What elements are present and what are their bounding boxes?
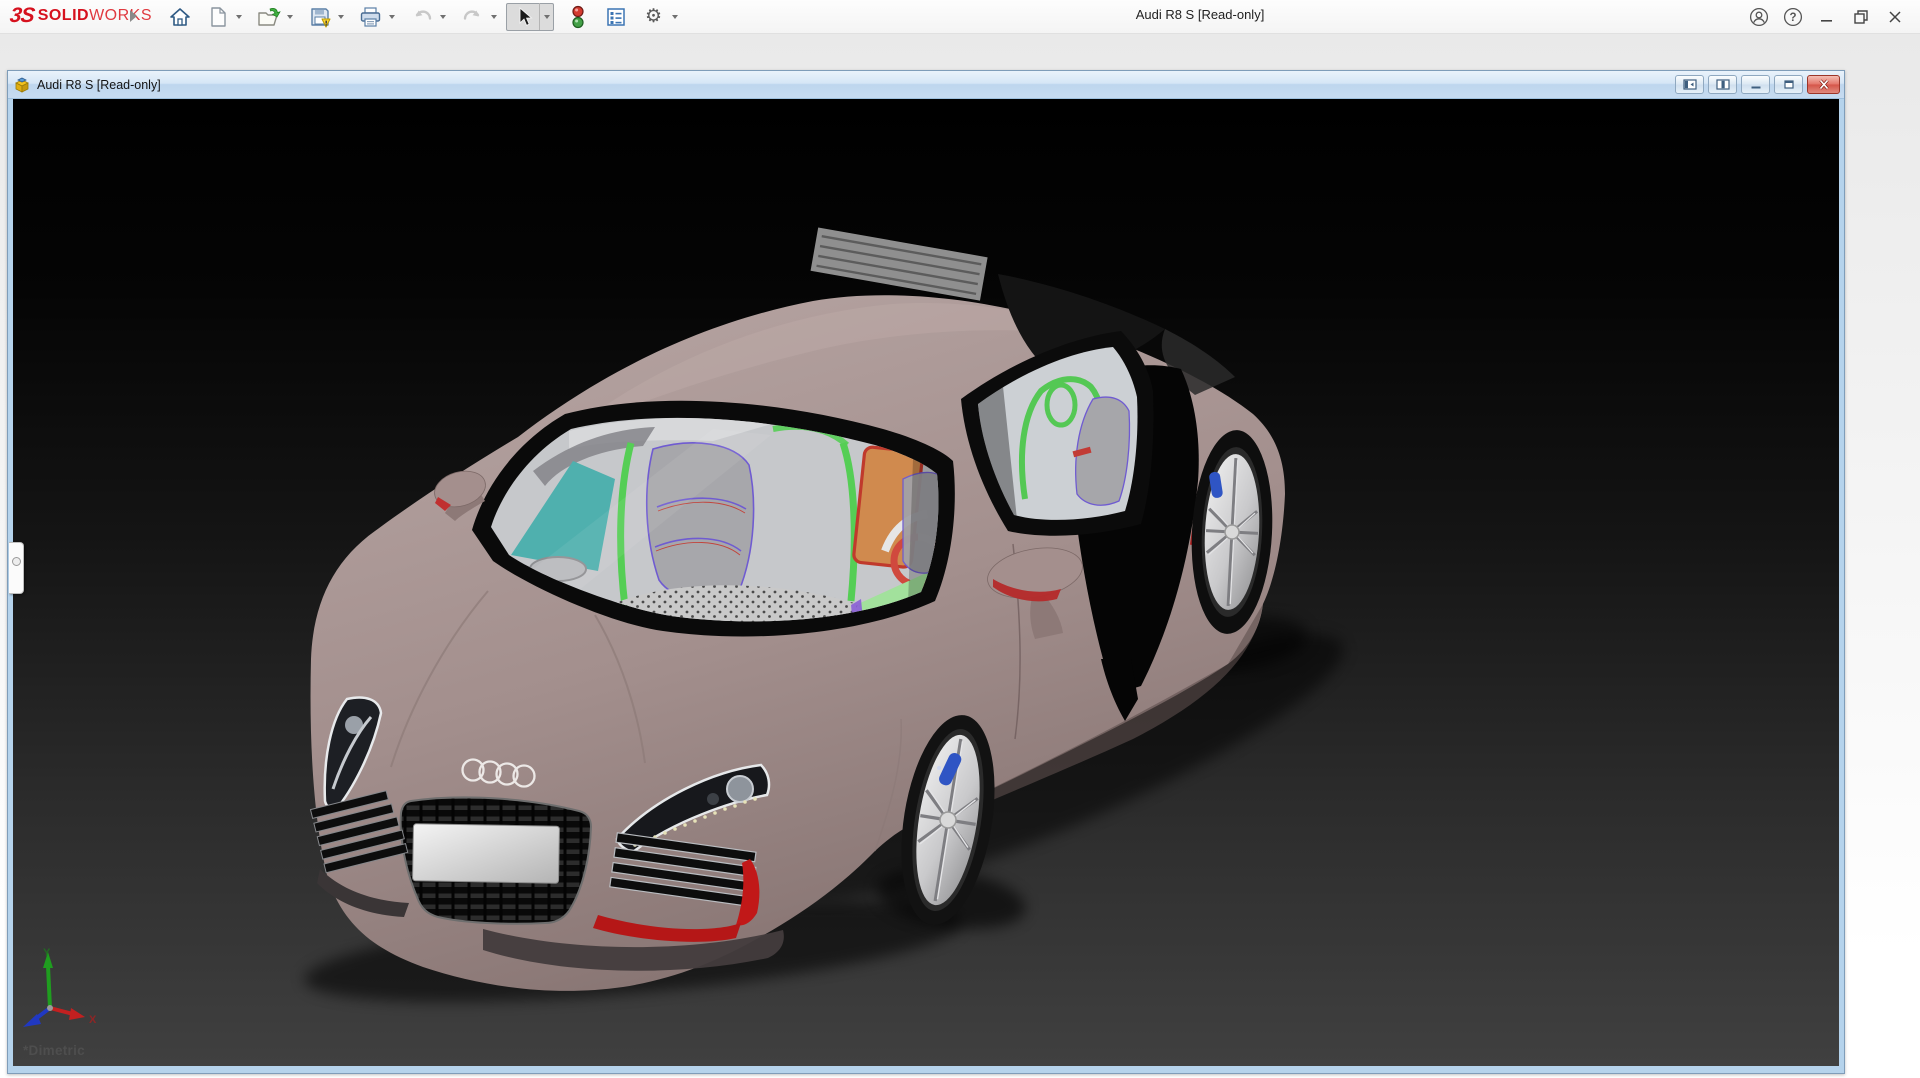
feature-pane-collapse-tab[interactable]: [9, 542, 24, 594]
redo-button[interactable]: [458, 2, 487, 31]
app-title-bar: 3S SOLIDWORKS: [0, 0, 1920, 34]
document-window-controls: [1675, 75, 1840, 94]
options-gear-button[interactable]: ⚙: [639, 2, 668, 31]
undo-button[interactable]: [407, 2, 436, 31]
document-close-icon: [1818, 79, 1830, 90]
brand-text-works: WORKS: [89, 7, 152, 25]
open-document-button[interactable]: [254, 2, 283, 31]
home-icon: [169, 6, 191, 28]
document-window: Audi R8 S [Read-only]: [7, 70, 1845, 1074]
print-button[interactable]: [356, 2, 385, 31]
print-icon: [359, 6, 382, 28]
home-button[interactable]: [165, 2, 194, 31]
new-document-dropdown[interactable]: [232, 3, 245, 30]
save-button[interactable]: [305, 2, 334, 31]
solidworks-app-window: 3S SOLIDWORKS: [0, 0, 1920, 1078]
close-icon: [1886, 8, 1904, 26]
view-orientation-label: *Dimetric: [23, 1043, 85, 1058]
pane-toggle-right-button[interactable]: [1708, 75, 1737, 94]
minimize-button[interactable]: [1810, 3, 1844, 31]
open-folder-icon: [257, 6, 281, 28]
redo-dropdown[interactable]: [487, 3, 500, 30]
app-title: Audi R8 S [Read-only]: [1060, 7, 1340, 22]
triad-y-label: Y: [43, 947, 51, 959]
document-title-bar[interactable]: Audi R8 S [Read-only]: [8, 71, 1844, 99]
close-app-button[interactable]: [1878, 3, 1912, 31]
minimize-icon: [1818, 8, 1836, 26]
pane-toggle-left-icon: [1683, 79, 1697, 90]
license-plate: [413, 824, 560, 884]
main-toolbar: ⚙: [165, 3, 681, 30]
options-gear-dropdown[interactable]: [668, 3, 681, 30]
restore-down-icon: [1852, 8, 1870, 26]
status-light-button[interactable]: [563, 2, 592, 31]
assembly-document-icon: [14, 77, 31, 93]
task-list-icon: [605, 6, 627, 28]
select-cursor-icon: [513, 6, 533, 28]
help-button[interactable]: ?: [1776, 3, 1810, 31]
document-close-button[interactable]: [1807, 75, 1840, 94]
save-icon: [309, 6, 331, 28]
pane-toggle-right-icon: [1716, 79, 1730, 90]
print-dropdown[interactable]: [385, 3, 398, 30]
pane-toggle-left-button[interactable]: [1675, 75, 1704, 94]
app-window-controls: ?: [1742, 0, 1912, 33]
graphics-viewport[interactable]: Y X *Dimetric: [13, 99, 1839, 1066]
gear-icon: ⚙: [645, 7, 662, 26]
save-dropdown[interactable]: [334, 3, 347, 30]
status-light-icon: [570, 5, 586, 29]
open-document-dropdown[interactable]: [283, 3, 296, 30]
redo-icon: [462, 6, 484, 28]
triad-x-label: X: [89, 1014, 97, 1026]
undo-icon: [411, 6, 433, 28]
solidworks-3s-glyph: 3S: [8, 4, 35, 28]
document-minimize-button[interactable]: [1741, 75, 1770, 94]
mdi-background: Audi R8 S [Read-only]: [0, 34, 1920, 1078]
undo-dropdown[interactable]: [436, 3, 449, 30]
document-restore-icon: [1783, 79, 1795, 90]
select-tool-button[interactable]: [507, 2, 539, 31]
document-minimize-icon: [1750, 79, 1762, 90]
task-list-button[interactable]: [601, 2, 630, 31]
account-button[interactable]: [1742, 3, 1776, 31]
document-restore-button[interactable]: [1774, 75, 1803, 94]
select-tool-group: [506, 3, 554, 31]
select-tool-dropdown[interactable]: [539, 3, 553, 30]
document-title: Audi R8 S [Read-only]: [37, 78, 161, 92]
menu-flyout-arrow-icon[interactable]: [130, 10, 137, 22]
brand-text-solid: SOLID: [38, 7, 89, 25]
account-icon: [1749, 7, 1769, 27]
new-document-icon: [208, 6, 228, 28]
svg-text:?: ?: [1789, 12, 1796, 24]
help-icon: ?: [1783, 7, 1803, 27]
audi-r8-model[interactable]: [13, 99, 1839, 1066]
new-document-button[interactable]: [203, 2, 232, 31]
collapse-tab-handle-icon: [12, 557, 21, 566]
restore-down-button[interactable]: [1844, 3, 1878, 31]
